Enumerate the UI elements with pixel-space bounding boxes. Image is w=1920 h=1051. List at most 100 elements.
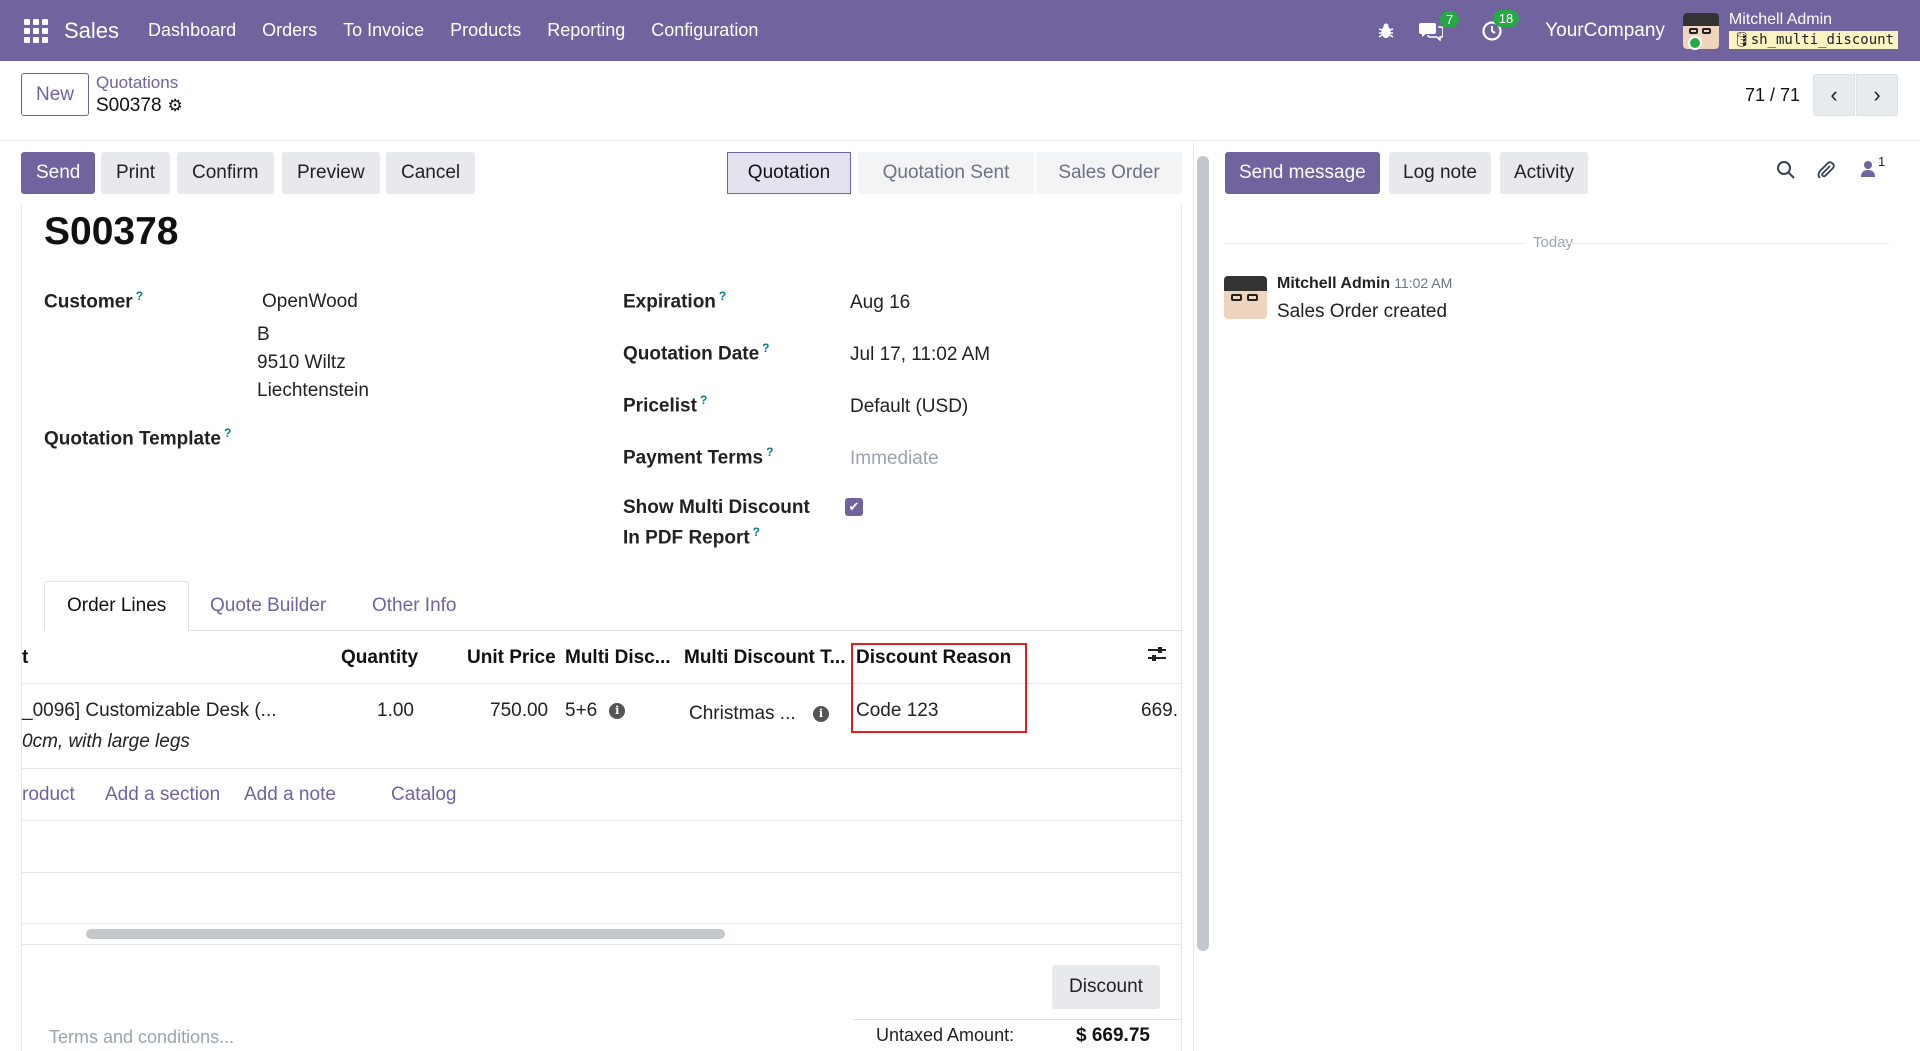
print-button[interactable]: Print	[101, 152, 171, 194]
multi-discount-checkbox[interactable]: ✔	[845, 498, 863, 516]
add-product-link[interactable]: roduct	[22, 784, 75, 806]
info-icon[interactable]: i	[609, 702, 626, 719]
info-icon[interactable]: i	[813, 705, 829, 722]
breadcrumb-quotations[interactable]: Quotations	[96, 73, 178, 93]
user-menu[interactable]: Mitchell Admin 🛢sh_multi_discount	[1728, 12, 1898, 49]
help-icon[interactable]: ?	[224, 426, 231, 440]
help-icon[interactable]: ?	[753, 525, 760, 539]
catalog-link[interactable]: Catalog	[391, 784, 457, 806]
line-multi-disc[interactable]: 5+6 i	[565, 700, 626, 722]
menu-to-invoice[interactable]: To Invoice	[330, 20, 437, 41]
cancel-button[interactable]: Cancel	[386, 152, 476, 194]
message-author[interactable]: Mitchell Admin 11:02 AM	[1277, 275, 1452, 293]
line-multi-disc-value: 5+6	[565, 700, 598, 721]
new-button[interactable]: New	[21, 73, 89, 116]
log-note-button[interactable]: Log note	[1389, 152, 1491, 194]
add-section-link[interactable]: Add a section	[105, 784, 220, 806]
pricelist-label: Pricelist?	[623, 393, 707, 417]
status-quotation-sent[interactable]: Quotation Sent	[858, 152, 1034, 194]
help-icon[interactable]: ?	[719, 289, 726, 303]
menu-products[interactable]: Products	[437, 20, 534, 41]
customer-address-line: 9510 Wiltz	[257, 352, 346, 373]
menu-orders[interactable]: Orders	[249, 20, 330, 41]
line-description[interactable]: 0cm, with large legs	[22, 731, 190, 753]
terms-field[interactable]: Terms and conditions...	[49, 1027, 234, 1048]
horizontal-scrollbar[interactable]	[86, 929, 725, 939]
column-product[interactable]: t	[22, 647, 28, 669]
customer-label: Customer?	[44, 289, 143, 313]
optional-columns-icon[interactable]	[1147, 645, 1167, 669]
status-quotation[interactable]: Quotation	[727, 152, 851, 194]
expiration-field[interactable]: Aug 16	[850, 292, 910, 314]
message-author-name: Mitchell Admin	[1277, 275, 1391, 292]
paperclip-icon[interactable]	[1816, 160, 1836, 186]
activity-button[interactable]: Activity	[1500, 152, 1589, 194]
pricelist-field[interactable]: Default (USD)	[850, 396, 968, 418]
activities-badge: 18	[1492, 9, 1520, 27]
checkmark-icon: ✔	[848, 499, 860, 514]
gear-icon[interactable]: ⚙	[168, 96, 183, 115]
line-info-icon[interactable]: i	[813, 703, 829, 725]
untaxed-amount-label: Untaxed Amount:	[876, 1025, 1015, 1045]
pager-value[interactable]: 71 / 71	[1745, 85, 1800, 106]
sheet-border	[1181, 205, 1182, 1051]
control-panel: New Quotations S00378 ⚙ 71 / 71 ‹ ›	[0, 61, 1920, 141]
sheet-border	[21, 205, 22, 1051]
confirm-button[interactable]: Confirm	[177, 152, 274, 194]
untaxed-amount-value: $ 669.75	[1076, 1025, 1150, 1046]
app-name[interactable]: Sales	[64, 18, 119, 44]
line-multi-discount-type[interactable]: Christmas ...	[689, 703, 796, 725]
tab-quote-builder[interactable]: Quote Builder	[188, 581, 348, 631]
company-switcher[interactable]: YourCompany	[1545, 20, 1665, 42]
send-message-button[interactable]: Send message	[1225, 152, 1380, 194]
column-multi-disc[interactable]: Multi Disc...	[565, 647, 671, 669]
customer-name[interactable]: OpenWood	[262, 291, 358, 313]
customer-address-line: Liechtenstein	[257, 380, 369, 401]
quotation-date-label: Quotation Date?	[623, 341, 770, 365]
discount-button[interactable]: Discount	[1052, 965, 1160, 1009]
payment-terms-field[interactable]: Immediate	[850, 448, 939, 470]
line-quantity[interactable]: 1.00	[377, 700, 414, 722]
preview-button[interactable]: Preview	[282, 152, 380, 194]
expiration-label: Expiration?	[623, 289, 726, 313]
help-icon[interactable]: ?	[762, 341, 769, 355]
status-sales-order[interactable]: Sales Order	[1036, 152, 1182, 194]
pager-next-button[interactable]: ›	[1856, 74, 1898, 116]
online-status-icon	[1688, 36, 1702, 50]
send-button[interactable]: Send	[21, 152, 96, 194]
customer-label-text: Customer	[44, 291, 133, 313]
bug-icon[interactable]	[1377, 22, 1395, 40]
tab-other-info[interactable]: Other Info	[350, 581, 479, 631]
record-title: S00378	[44, 210, 179, 253]
database-name: 🛢sh_multi_discount	[1728, 31, 1898, 49]
tab-order-lines[interactable]: Order Lines	[44, 581, 190, 631]
activity-clock-icon[interactable]: 18	[1481, 9, 1520, 42]
menu-reporting[interactable]: Reporting	[534, 20, 638, 41]
multi-discount-label-text: In PDF Report	[623, 527, 750, 549]
breadcrumb-current-label: S00378	[96, 95, 162, 116]
search-icon[interactable]	[1776, 160, 1796, 186]
app-grid-icon[interactable]	[24, 18, 48, 43]
quotation-template-label: Quotation Template?	[44, 426, 231, 450]
messages-icon[interactable]: 7	[1419, 10, 1460, 41]
quotation-date-label-text: Quotation Date	[623, 343, 760, 365]
help-icon[interactable]: ?	[700, 393, 707, 407]
menu-configuration[interactable]: Configuration	[638, 20, 771, 41]
vertical-scrollbar[interactable]	[1197, 156, 1209, 951]
help-icon[interactable]: ?	[766, 445, 773, 459]
followers-icon[interactable]: 1	[1860, 154, 1885, 184]
pager-previous-button[interactable]: ‹	[1813, 74, 1855, 116]
column-unit-price[interactable]: Unit Price	[467, 647, 556, 669]
message-avatar[interactable]	[1224, 276, 1267, 319]
table-footer-divider	[22, 944, 1182, 945]
help-icon[interactable]: ?	[136, 289, 143, 303]
multi-discount-label: Show Multi Discount	[623, 497, 810, 518]
add-note-link[interactable]: Add a note	[244, 784, 336, 806]
chevron-left-icon: ‹	[1830, 82, 1838, 107]
line-unit-price[interactable]: 750.00	[490, 700, 548, 722]
column-multi-discount-type[interactable]: Multi Discount T...	[684, 647, 846, 669]
column-quantity[interactable]: Quantity	[341, 647, 418, 669]
menu-dashboard[interactable]: Dashboard	[135, 20, 249, 41]
quotation-date-field[interactable]: Jul 17, 11:02 AM	[850, 344, 990, 366]
line-product[interactable]: _0096] Customizable Desk (...	[22, 700, 277, 722]
